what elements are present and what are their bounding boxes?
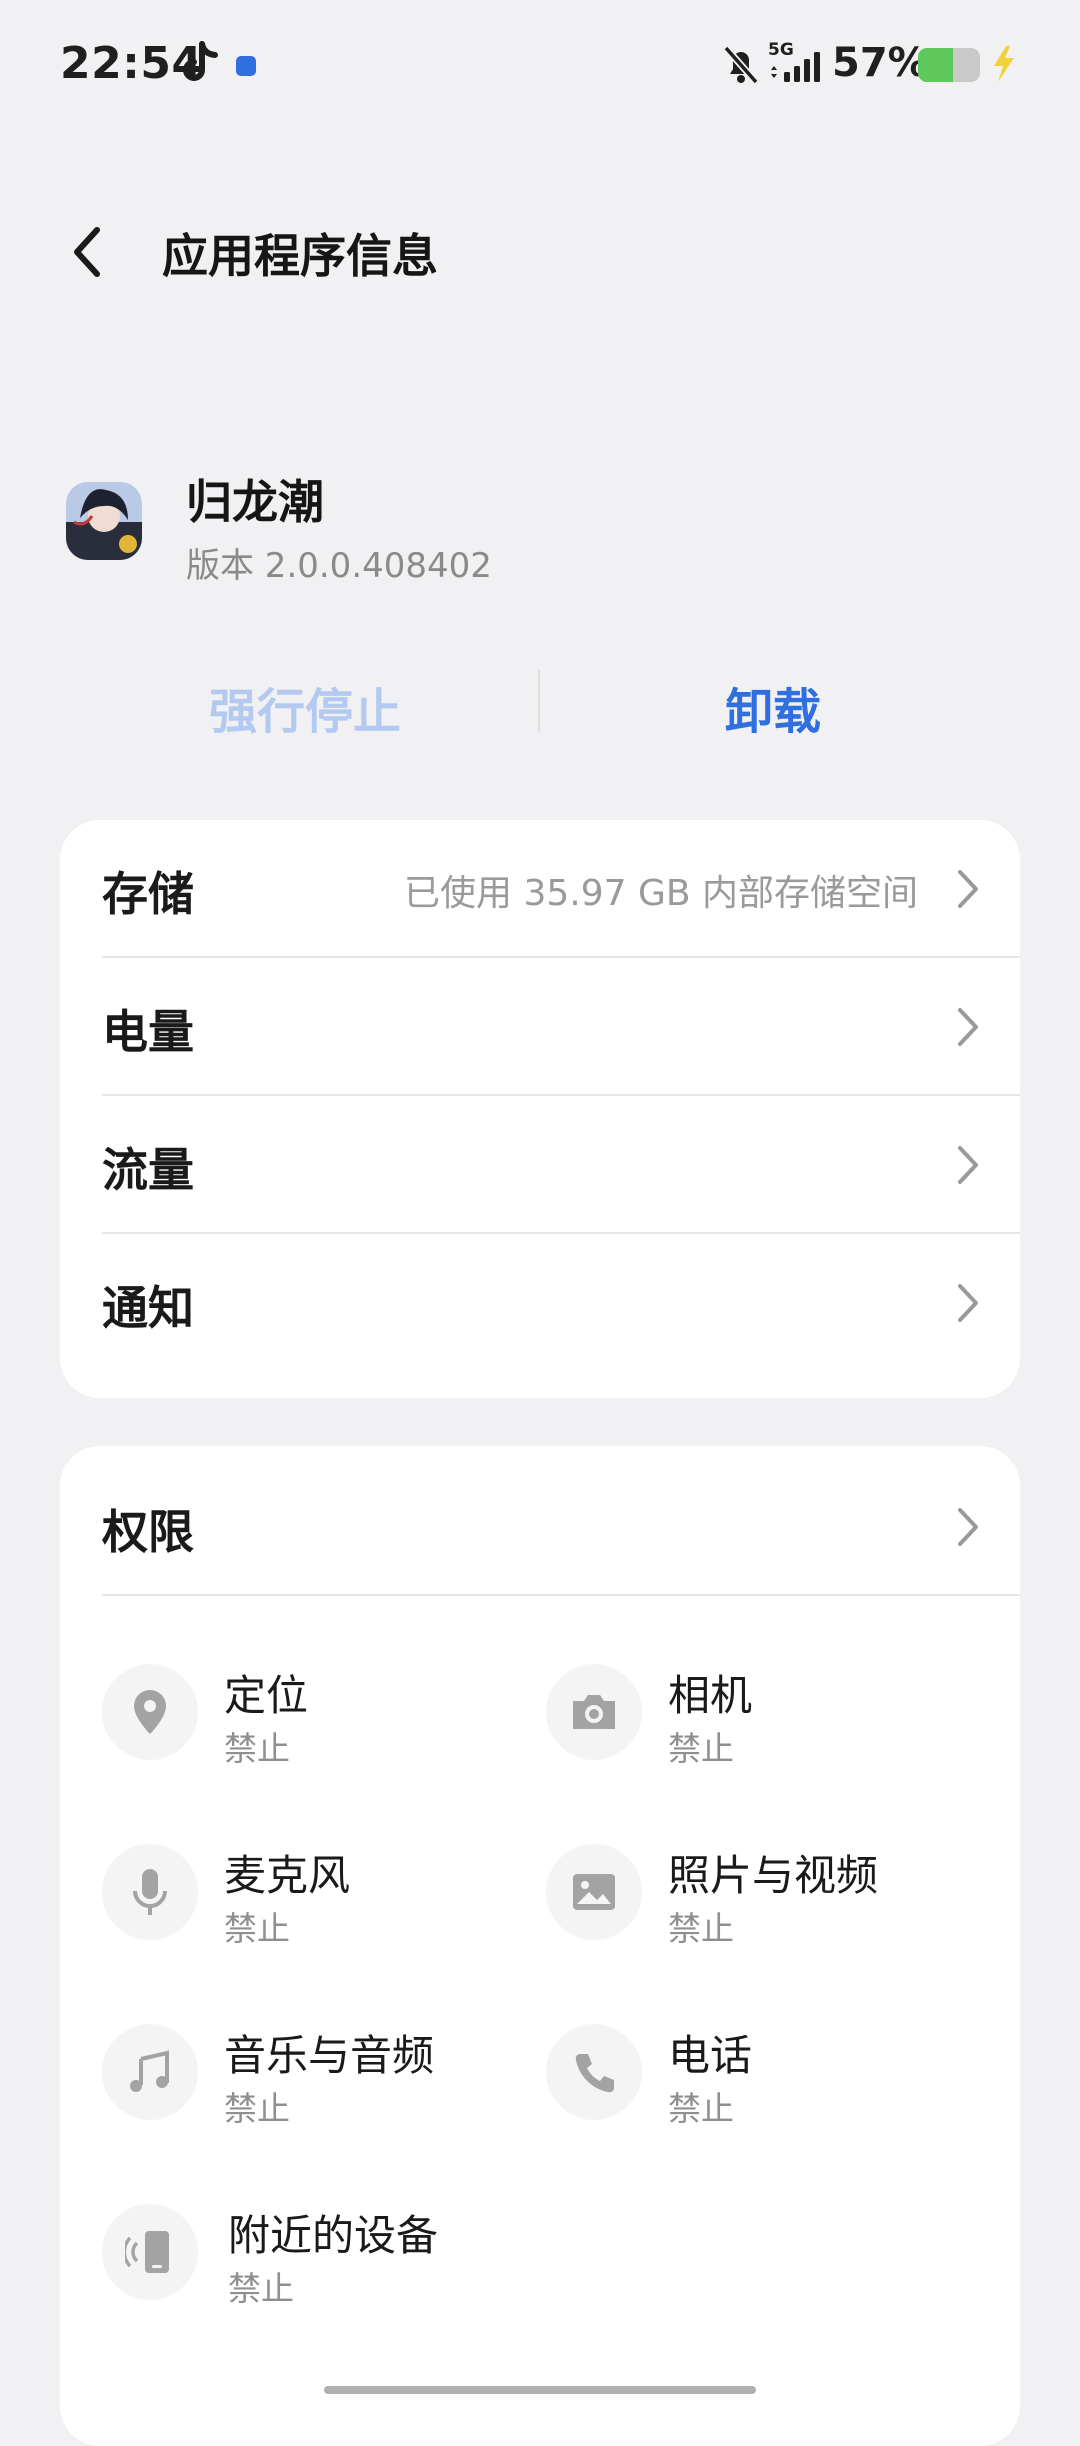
- page-title: 应用程序信息: [162, 229, 438, 283]
- tiktok-icon: [183, 41, 218, 81]
- app-name: 归龙潮: [186, 475, 324, 529]
- permission-status: 禁止: [224, 1729, 290, 1768]
- bell-muted-icon: [723, 45, 759, 85]
- notifications-row[interactable]: 通知: [60, 1234, 1020, 1372]
- notifications-label: 通知: [102, 1281, 194, 1335]
- battery-label: 电量: [102, 1005, 194, 1059]
- chevron-left-icon: [74, 227, 100, 277]
- permission-music-audio[interactable]: 音乐与音频 禁止: [102, 2022, 522, 2132]
- app-version: 版本 2.0.0.408402: [186, 546, 492, 586]
- settings-card: 存储 已使用 35.97 GB 内部存储空间 电量 流量 通知: [60, 820, 1020, 1398]
- charging-bolt-icon: [994, 46, 1014, 82]
- battery-percent: 57%: [832, 40, 928, 86]
- data-usage-label: 流量: [102, 1143, 194, 1197]
- permission-name: 音乐与音频: [224, 2031, 435, 2080]
- microphone-icon: [102, 1844, 198, 1940]
- music-icon: [102, 2024, 198, 2120]
- chevron-right-icon: [958, 1008, 978, 1046]
- location-icon: [102, 1664, 198, 1760]
- app-icon: [66, 482, 142, 560]
- data-usage-row[interactable]: 流量: [60, 1096, 1020, 1234]
- nearby-devices-icon: [102, 2204, 198, 2300]
- permission-camera[interactable]: 相机 禁止: [546, 1662, 966, 1772]
- permission-name: 电话: [668, 2031, 753, 2080]
- permission-status: 禁止: [224, 1909, 290, 1948]
- divider: [102, 1594, 1020, 1596]
- uninstall-button[interactable]: 卸载: [608, 672, 938, 742]
- permission-name: 附近的设备: [228, 2211, 439, 2260]
- storage-row[interactable]: 存储 已使用 35.97 GB 内部存储空间: [60, 820, 1020, 958]
- signal-icon: 5G: [768, 40, 826, 84]
- camera-icon: [546, 1664, 642, 1760]
- permissions-row[interactable]: 权限: [60, 1446, 1020, 1596]
- chevron-right-icon: [958, 1508, 978, 1546]
- chevron-right-icon: [958, 1146, 978, 1184]
- permission-status: 禁止: [668, 2089, 734, 2128]
- permission-status: 禁止: [668, 1729, 734, 1768]
- image-icon: [546, 1844, 642, 1940]
- battery-fill: [918, 48, 954, 82]
- status-bar: 22:54 5G 57%: [0, 0, 1080, 130]
- permission-microphone[interactable]: 麦克风 禁止: [102, 1842, 522, 1952]
- permission-name: 麦克风: [224, 1851, 351, 1900]
- storage-value: 已使用 35.97 GB 内部存储空间: [404, 873, 918, 914]
- app-bar: 应用程序信息: [0, 190, 1080, 310]
- battery-icon: [918, 48, 980, 82]
- force-stop-button[interactable]: 强行停止: [140, 672, 470, 742]
- permission-phone[interactable]: 电话 禁止: [546, 2022, 966, 2132]
- permission-name: 相机: [668, 1671, 753, 1720]
- back-button[interactable]: [60, 220, 116, 284]
- permission-name: 定位: [224, 1671, 309, 1720]
- action-divider: [538, 670, 540, 732]
- permissions-label: 权限: [102, 1505, 194, 1559]
- permission-status: 禁止: [668, 1909, 734, 1948]
- phone-icon: [546, 2024, 642, 2120]
- chevron-right-icon: [958, 1284, 978, 1322]
- permission-location[interactable]: 定位 禁止: [102, 1662, 522, 1772]
- storage-label: 存储: [102, 867, 194, 921]
- chevron-right-icon: [958, 870, 978, 908]
- home-indicator[interactable]: [324, 2386, 756, 2394]
- message-icon: [236, 56, 256, 76]
- permissions-card: 权限 定位 禁止 相机 禁止 麦克风 禁止 照片与视频 禁止 音乐与音频 禁止 …: [60, 1446, 1020, 2446]
- permission-name: 照片与视频: [668, 1851, 879, 1900]
- permission-nearby-devices[interactable]: 附近的设备 禁止: [102, 2202, 522, 2312]
- battery-row[interactable]: 电量: [60, 958, 1020, 1096]
- permission-status: 禁止: [228, 2269, 294, 2308]
- permission-photos[interactable]: 照片与视频 禁止: [546, 1842, 966, 1952]
- permission-status: 禁止: [224, 2089, 290, 2128]
